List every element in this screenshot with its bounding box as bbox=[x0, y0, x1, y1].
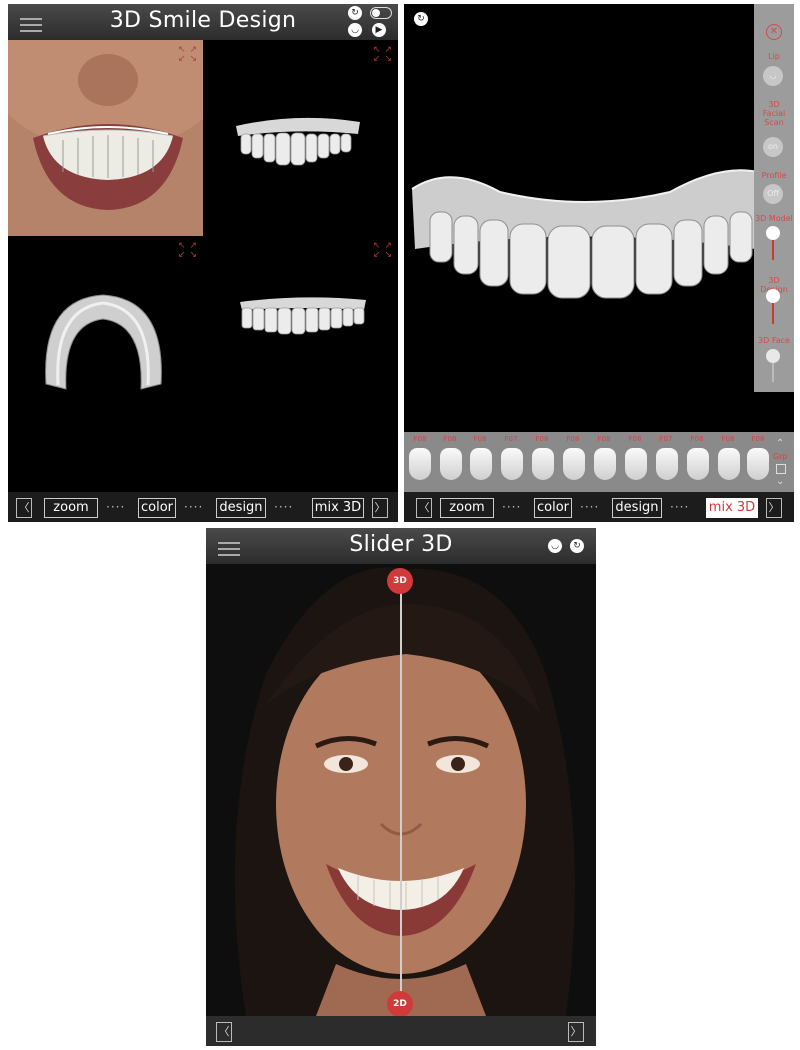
separator-dots: ···· bbox=[106, 500, 126, 514]
lip-toggle[interactable]: ◡ bbox=[763, 66, 783, 86]
next-button[interactable]: 〉 bbox=[372, 498, 388, 518]
scroll-down-icon[interactable]: ⌄ bbox=[776, 476, 784, 487]
separator-dots: ···· bbox=[580, 500, 600, 514]
tooth-shape[interactable] bbox=[687, 448, 709, 480]
facial-scan-toggle[interactable]: on bbox=[763, 137, 783, 157]
bottom-toolbar: 〈 zoom ···· color ···· design ···· mix 3… bbox=[404, 492, 794, 522]
slider-divider[interactable] bbox=[400, 574, 402, 1004]
prev-button[interactable]: 〈 bbox=[416, 498, 432, 518]
separator-dots: ···· bbox=[670, 500, 690, 514]
tooth-label: F08 bbox=[751, 435, 765, 443]
tooth-icon[interactable]: ◡ bbox=[348, 23, 362, 37]
mix-3d-button[interactable]: mix 3D bbox=[706, 498, 758, 518]
tooth-label: F08 bbox=[597, 435, 611, 443]
expand-icon[interactable]: ↖↗ ↙↘ bbox=[178, 242, 198, 260]
rotate-icon[interactable]: ↻ bbox=[348, 6, 362, 20]
expand-icon[interactable]: ↖↗ ↙↘ bbox=[178, 46, 198, 64]
separator-dots: ···· bbox=[274, 500, 294, 514]
tooth-label: F08 bbox=[566, 435, 580, 443]
tooth-shape[interactable] bbox=[470, 448, 492, 480]
zoom-button[interactable]: zoom bbox=[440, 498, 494, 518]
tooth-label: F07 bbox=[659, 435, 673, 443]
bottom-toolbar: 〈 zoom ···· color ···· design ···· mix 3… bbox=[8, 492, 398, 522]
separator-dots: ···· bbox=[502, 500, 522, 514]
tooth-shape[interactable] bbox=[718, 448, 740, 480]
model-label: 3D Model bbox=[755, 214, 793, 223]
slider-3d-marker[interactable]: 3D bbox=[387, 568, 413, 594]
tooth-label: F08 bbox=[413, 435, 427, 443]
expand-icon[interactable]: ↖↗ ↙↘ bbox=[373, 242, 393, 260]
design-slider-handle[interactable] bbox=[766, 289, 780, 303]
design-button[interactable]: design bbox=[216, 498, 266, 518]
layers-side-panel: ✕ Lip ◡ 3D Facial Scan on Profile Off 3D… bbox=[754, 4, 794, 392]
toggle-switch[interactable] bbox=[370, 7, 392, 19]
face-photo bbox=[8, 40, 203, 236]
page-title: 3D Smile Design bbox=[109, 8, 297, 33]
group-checkbox[interactable] bbox=[776, 464, 786, 474]
tooth-label: F08 bbox=[443, 435, 457, 443]
face-label: 3D Face bbox=[758, 336, 790, 345]
tooth-shape[interactable] bbox=[625, 448, 647, 480]
slider-2d-marker[interactable]: 2D bbox=[387, 991, 413, 1017]
slider-3d-panel: Slider 3D ◡ ↻ 3D 2D 〈 〉 bbox=[206, 528, 596, 1046]
tooth-shape[interactable] bbox=[501, 448, 523, 480]
tooth-label: F08 bbox=[473, 435, 487, 443]
tooth-shape[interactable] bbox=[440, 448, 462, 480]
face-slider-handle[interactable] bbox=[766, 349, 780, 363]
close-icon[interactable]: ✕ bbox=[766, 24, 782, 40]
mix-3d-button[interactable]: mix 3D bbox=[312, 498, 364, 518]
play-icon[interactable]: ▶ bbox=[372, 23, 386, 37]
tooth-shape[interactable] bbox=[563, 448, 585, 480]
bottom-toolbar: 〈 〉 bbox=[206, 1016, 596, 1046]
profile-label: Profile bbox=[761, 171, 787, 180]
tooth-label: F08 bbox=[628, 435, 642, 443]
page-title: Slider 3D bbox=[349, 532, 453, 557]
rotate-icon[interactable]: ↻ bbox=[570, 539, 584, 553]
top-bar: 3D Smile Design ↻ ◡ ▶ bbox=[8, 4, 398, 40]
prev-button[interactable]: 〈 bbox=[216, 1022, 232, 1042]
design-button[interactable]: design bbox=[612, 498, 662, 518]
separator-dots: ···· bbox=[184, 500, 204, 514]
group-label[interactable]: Grp bbox=[773, 452, 788, 461]
tooth-label: F08 bbox=[535, 435, 549, 443]
tooth-label: F07 bbox=[504, 435, 518, 443]
tooth-label: F08 bbox=[721, 435, 735, 443]
zoom-button[interactable]: zoom bbox=[44, 498, 98, 518]
teeth-3d-model bbox=[411, 169, 759, 299]
top-bar: Slider 3D ◡ ↻ bbox=[206, 528, 596, 564]
tooth-shape[interactable] bbox=[747, 448, 769, 480]
expand-icon[interactable]: ↖↗ ↙↘ bbox=[373, 46, 393, 64]
tooth-library-strip: F08 F08 F08 F07 F08 F08 F08 F08 F07 F08 … bbox=[404, 432, 794, 492]
color-button[interactable]: color bbox=[138, 498, 176, 518]
model-slider-handle[interactable] bbox=[766, 226, 780, 240]
smile-design-panel: 3D Smile Design ↻ ◡ ▶ ↖↗ ↙↘ ↖↗ ↙↘ ↖↗ ↙↘ ↖↗ ↙… bbox=[8, 4, 398, 522]
color-button[interactable]: color bbox=[534, 498, 572, 518]
tooth-shape[interactable] bbox=[594, 448, 616, 480]
mix-3d-panel: ↻ ✕ Lip ◡ 3D Facial Scan on Profile Off … bbox=[404, 4, 794, 522]
tooth-shape[interactable] bbox=[409, 448, 431, 480]
occlusal-arch-model bbox=[45, 294, 162, 390]
profile-toggle[interactable]: Off bbox=[763, 184, 783, 204]
scroll-up-icon[interactable]: ⌃ bbox=[776, 438, 784, 449]
next-button[interactable]: 〉 bbox=[766, 498, 782, 518]
front-teeth-model bbox=[236, 117, 360, 166]
rotate-icon[interactable]: ↻ bbox=[414, 12, 428, 26]
tooth-shape[interactable] bbox=[532, 448, 554, 480]
prev-button[interactable]: 〈 bbox=[16, 498, 32, 518]
side-teeth-model bbox=[240, 297, 366, 335]
next-button[interactable]: 〉 bbox=[568, 1022, 584, 1042]
facial-scan-label: 3D Facial Scan bbox=[762, 100, 786, 127]
tooth-icon[interactable]: ◡ bbox=[548, 539, 562, 553]
tooth-label: F08 bbox=[690, 435, 704, 443]
tooth-shape[interactable] bbox=[656, 448, 678, 480]
lip-label: Lip bbox=[768, 52, 780, 61]
